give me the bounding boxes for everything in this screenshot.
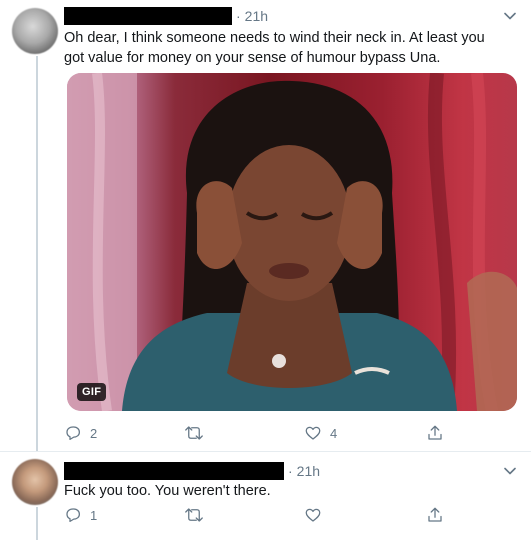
tweet-header: · 21h [64, 6, 268, 26]
reply-button[interactable]: 1 [64, 506, 97, 524]
gif-media[interactable]: GIF [67, 73, 517, 411]
like-icon [304, 506, 322, 524]
gif-badge: GIF [77, 383, 107, 401]
chevron-down-icon[interactable] [503, 464, 517, 478]
like-count: 4 [330, 425, 338, 441]
gif-scene [67, 73, 517, 411]
separator-dot: · [288, 463, 293, 479]
retweet-button[interactable] [184, 424, 204, 442]
reply-button[interactable]: 2 [64, 424, 97, 442]
share-button[interactable] [426, 424, 444, 442]
retweet-icon [184, 506, 204, 524]
redacted-username [64, 462, 284, 480]
separator-dot: · [236, 8, 241, 24]
share-button[interactable] [426, 506, 444, 524]
timestamp[interactable]: 21h [245, 8, 268, 24]
tweet-actions: 2 4 [64, 424, 444, 446]
tweet[interactable]: · 21h Fuck you too. You weren't there. 1 [0, 453, 531, 540]
reply-icon [64, 506, 82, 524]
tweet-header: · 21h [64, 461, 320, 481]
tweet-text: Oh dear, I think someone needs to wind t… [64, 30, 485, 66]
tweet-text: Fuck you too. You weren't there. [64, 483, 271, 499]
retweet-icon [184, 424, 204, 442]
like-button[interactable] [304, 506, 322, 524]
share-icon [426, 424, 444, 442]
redacted-username [64, 7, 232, 25]
retweet-button[interactable] [184, 506, 204, 524]
chevron-down-icon[interactable] [503, 9, 517, 23]
reply-count: 2 [90, 425, 98, 441]
share-icon [426, 506, 444, 524]
reply-count: 1 [90, 507, 98, 523]
like-button[interactable]: 4 [304, 424, 337, 442]
timestamp[interactable]: 21h [297, 463, 320, 479]
avatar[interactable] [12, 8, 58, 54]
avatar[interactable] [12, 459, 58, 505]
reply-icon [64, 424, 82, 442]
like-icon [304, 424, 322, 442]
tweet[interactable]: · 21h Oh dear, I think someone needs to … [0, 0, 531, 452]
tweet-actions: 1 [64, 506, 444, 528]
